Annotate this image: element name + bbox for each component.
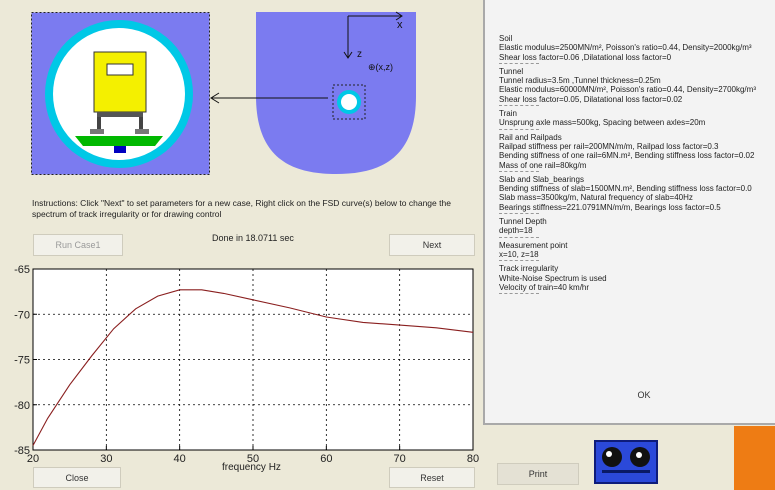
- summary-line: Elastic modulus=2500MN/m², Poisson's rat…: [499, 43, 752, 53]
- summary-line: Bending stiffness of one rail=6MN.m², Be…: [499, 151, 755, 161]
- ground-half-space: [256, 12, 416, 174]
- summary-heading: Tunnel Depth: [499, 217, 547, 227]
- summary-heading: Soil: [499, 34, 513, 43]
- summary-line: Shear loss factor=0.05, Dilatational los…: [499, 94, 683, 104]
- fsd-chart[interactable]: 20 30 40 50 60 70 80-65-70-75-80-85: [0, 258, 483, 464]
- summary-line: Bending stiffness of slab=1500MN.m², Ben…: [499, 184, 752, 194]
- summary-divider: [499, 260, 539, 262]
- summary-section: Tunnel Depth depth=18: [499, 217, 775, 238]
- x-tick-label: 80: [467, 453, 479, 464]
- summary-section: Measurement point x=10, z=18: [499, 241, 775, 262]
- summary-line: depth=18: [499, 226, 533, 236]
- summary-section: Train Unsprung axle mass=500kg, Spacing b…: [499, 109, 775, 130]
- y-tick-label: -65: [14, 264, 30, 276]
- summary-line: Slab mass=3500kg/m, Natural frequency of…: [499, 193, 693, 203]
- summary-section: Track irregularity White-Noise Spectrum i…: [499, 264, 775, 295]
- tunnel-cross-section-diagram: [31, 12, 210, 175]
- summary-line: Shear loss factor=0.06 ,Dilatational los…: [499, 52, 672, 62]
- close-button[interactable]: Close: [33, 467, 121, 488]
- next-button[interactable]: Next: [389, 234, 475, 256]
- summary-line: Velocity of train=40 km/hr: [499, 282, 590, 292]
- summary-heading: Rail and Railpads: [499, 132, 562, 142]
- summary-line: Unsprung axle mass=500kg, Spacing betwee…: [499, 118, 706, 128]
- summary-section: Slab and Slab_bearings Bending stiffness …: [499, 174, 775, 215]
- summary-heading: Train: [499, 109, 517, 119]
- status-text: Done in 18.0711 sec: [212, 233, 294, 243]
- bogie-leg-left: [97, 117, 101, 129]
- summary-line: x=10, z=18: [499, 249, 539, 259]
- summary-divider: [499, 62, 539, 64]
- summary-line: Bearings stiffness=221.0791MN/m/m, Beari…: [499, 202, 721, 212]
- summary-divider: [499, 293, 539, 295]
- rail-left: [90, 129, 104, 134]
- x-tick-label: 60: [320, 453, 332, 464]
- reset-button[interactable]: Reset: [389, 467, 475, 488]
- train-body: [93, 51, 147, 113]
- print-button[interactable]: Print: [497, 463, 579, 485]
- train-window: [106, 63, 134, 76]
- y-tick-label: -75: [14, 355, 30, 367]
- train-bogie: [97, 112, 143, 117]
- summary-divider: [499, 236, 539, 238]
- z-axis-label: z: [357, 49, 362, 60]
- measurement-point-label: ⊕(x,z): [368, 62, 393, 72]
- y-tick-label: -85: [14, 445, 30, 457]
- summary-section: Tunnel Tunnel radius=3.5m ,Tunnel thickne…: [499, 66, 775, 107]
- run-case-button[interactable]: Run Case1: [33, 234, 123, 256]
- x-tick-label: 30: [100, 453, 112, 464]
- parameter-summary-text: Soil Elastic modulus=2500MN/m², Poisson's…: [499, 34, 775, 297]
- summary-heading: Slab and Slab_bearings: [499, 174, 584, 184]
- summary-line: Elastic modulus=60000MN/m², Poisson's ra…: [499, 85, 756, 95]
- x-axis-label: x: [397, 19, 403, 31]
- y-tick-label: -80: [14, 400, 30, 412]
- summary-heading: Track irregularity: [499, 264, 559, 274]
- instructions-text: Instructions: Click "Next" to set parame…: [32, 198, 451, 219]
- half-space-diagram: x z ⊕(x,z): [210, 11, 416, 174]
- summary-divider: [499, 105, 539, 107]
- x-tick-label: 40: [174, 453, 186, 464]
- rail-right: [135, 129, 149, 134]
- ok-button[interactable]: OK: [609, 385, 679, 405]
- parameter-summary-panel: Soil Elastic modulus=2500MN/m², Poisson's…: [483, 0, 775, 425]
- x-axis-title: frequency Hz: [222, 462, 281, 473]
- tunnel-interior-small: [341, 94, 357, 110]
- bogie-leg-right: [139, 117, 143, 129]
- y-tick-label: -70: [14, 309, 30, 321]
- summary-line: Tunnel radius=3.5m ,Tunnel thickness=0.2…: [499, 76, 661, 86]
- x-tick-label: 70: [394, 453, 406, 464]
- summary-divider: [499, 170, 539, 172]
- summary-heading: Tunnel: [499, 66, 524, 76]
- summary-divider: [499, 213, 539, 215]
- summary-heading: Measurement point: [499, 240, 568, 250]
- summary-line: Railpad stiffness per rail=200MN/m/m, Ra…: [499, 141, 719, 151]
- app-logo-icon: [594, 440, 658, 484]
- summary-section: Soil Elastic modulus=2500MN/m², Poisson's…: [499, 34, 775, 64]
- summary-section: Rail and Railpads Railpad stiffness per r…: [499, 133, 775, 172]
- track-slab: [75, 136, 163, 146]
- orange-side-panel: [734, 426, 775, 490]
- slab-bearing: [114, 146, 126, 153]
- summary-line: White-Noise Spectrum is used: [499, 273, 607, 283]
- summary-divider: [499, 128, 539, 130]
- summary-line: Mass of one rail=80kg/m: [499, 160, 587, 170]
